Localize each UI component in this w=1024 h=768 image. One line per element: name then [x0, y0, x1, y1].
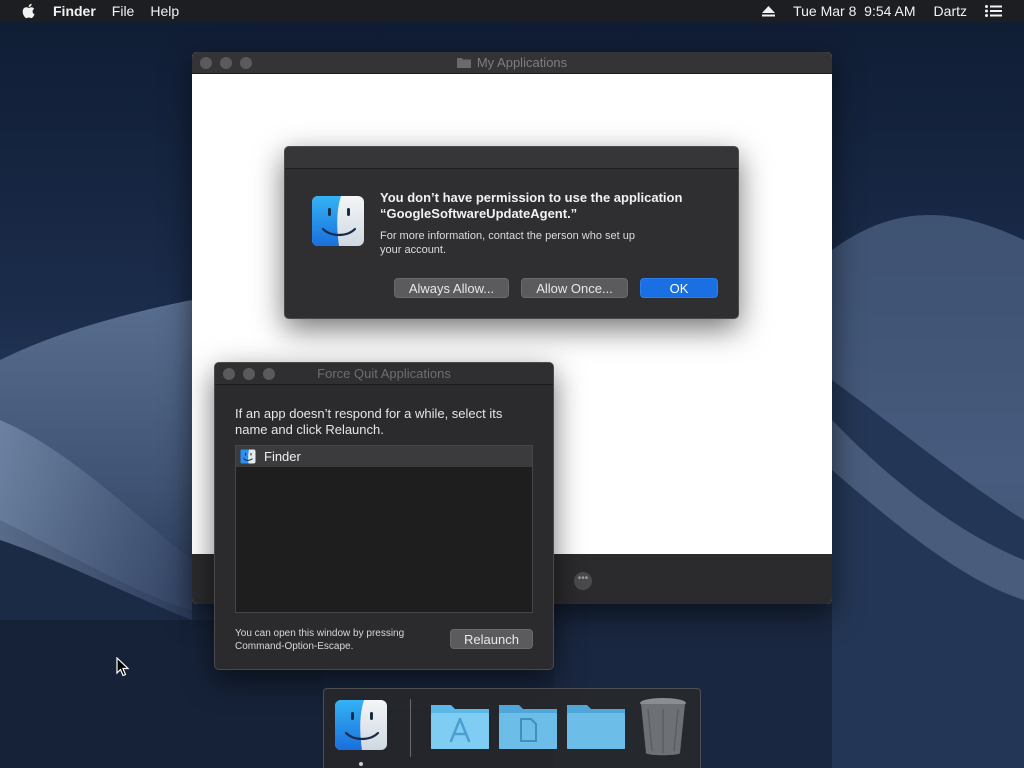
allow-once-button[interactable]: Allow Once...	[521, 278, 628, 298]
folder-icon[interactable]	[565, 701, 627, 751]
applications-folder-icon[interactable]	[429, 701, 491, 751]
force-quit-titlebar[interactable]: Force Quit Applications	[215, 363, 553, 385]
zoom-button[interactable]	[263, 368, 275, 380]
menu-bar: Finder File Help Tue Mar 8 9:54 AM Dartz	[0, 0, 1024, 22]
permission-dialog: You don’t have permission to use the app…	[284, 146, 739, 319]
running-indicator	[359, 762, 363, 766]
trash-icon[interactable]	[638, 697, 688, 757]
more-options-icon[interactable]: •••	[574, 572, 592, 590]
menu-file[interactable]: File	[112, 3, 135, 19]
eject-icon[interactable]	[762, 5, 776, 17]
list-item[interactable]: Finder	[236, 446, 532, 467]
dock	[323, 688, 701, 768]
list-item-label: Finder	[264, 449, 301, 464]
force-quit-title: Force Quit Applications	[317, 366, 451, 381]
close-button[interactable]	[200, 57, 212, 69]
apple-logo-icon[interactable]	[21, 3, 35, 19]
force-quit-instructions: If an app doesn’t respond for a while, s…	[235, 406, 503, 437]
minimize-button[interactable]	[243, 368, 255, 380]
zoom-button[interactable]	[240, 57, 252, 69]
app-window-title: My Applications	[476, 55, 568, 70]
menu-user[interactable]: Dartz	[934, 3, 967, 19]
ok-button[interactable]: OK	[640, 278, 718, 298]
dialog-title: You don’t have permission to use the app…	[380, 190, 683, 221]
mouse-cursor-icon	[116, 657, 130, 677]
menu-help[interactable]: Help	[150, 3, 179, 19]
menu-app-finder[interactable]: Finder	[53, 3, 96, 19]
always-allow-button[interactable]: Always Allow...	[394, 278, 509, 298]
documents-folder-icon[interactable]	[497, 701, 559, 751]
dialog-message: For more information, contact the person…	[380, 230, 635, 256]
app-window-titlebar[interactable]: My Applications	[192, 52, 832, 74]
menu-bar-status: Tue Mar 8 9:54 AM Dartz	[762, 0, 1024, 22]
minimize-button[interactable]	[220, 57, 232, 69]
menu-clock[interactable]: Tue Mar 8 9:54 AM	[793, 3, 915, 19]
window-controls	[200, 57, 260, 69]
relaunch-button[interactable]: Relaunch	[450, 629, 533, 649]
finder-icon	[240, 449, 256, 464]
force-quit-hint: You can open this window by pressing Com…	[235, 628, 405, 652]
window-controls	[223, 368, 283, 380]
finder-icon	[312, 196, 364, 246]
app-list[interactable]: Finder	[235, 445, 533, 613]
dialog-titlebar	[285, 147, 738, 169]
folder-icon	[456, 58, 471, 68]
notification-center-icon[interactable]	[985, 5, 1002, 17]
close-button[interactable]	[223, 368, 235, 380]
finder-icon[interactable]	[334, 699, 388, 751]
dock-separator	[410, 699, 411, 757]
force-quit-window: Force Quit Applications If an app doesn’…	[214, 362, 554, 670]
